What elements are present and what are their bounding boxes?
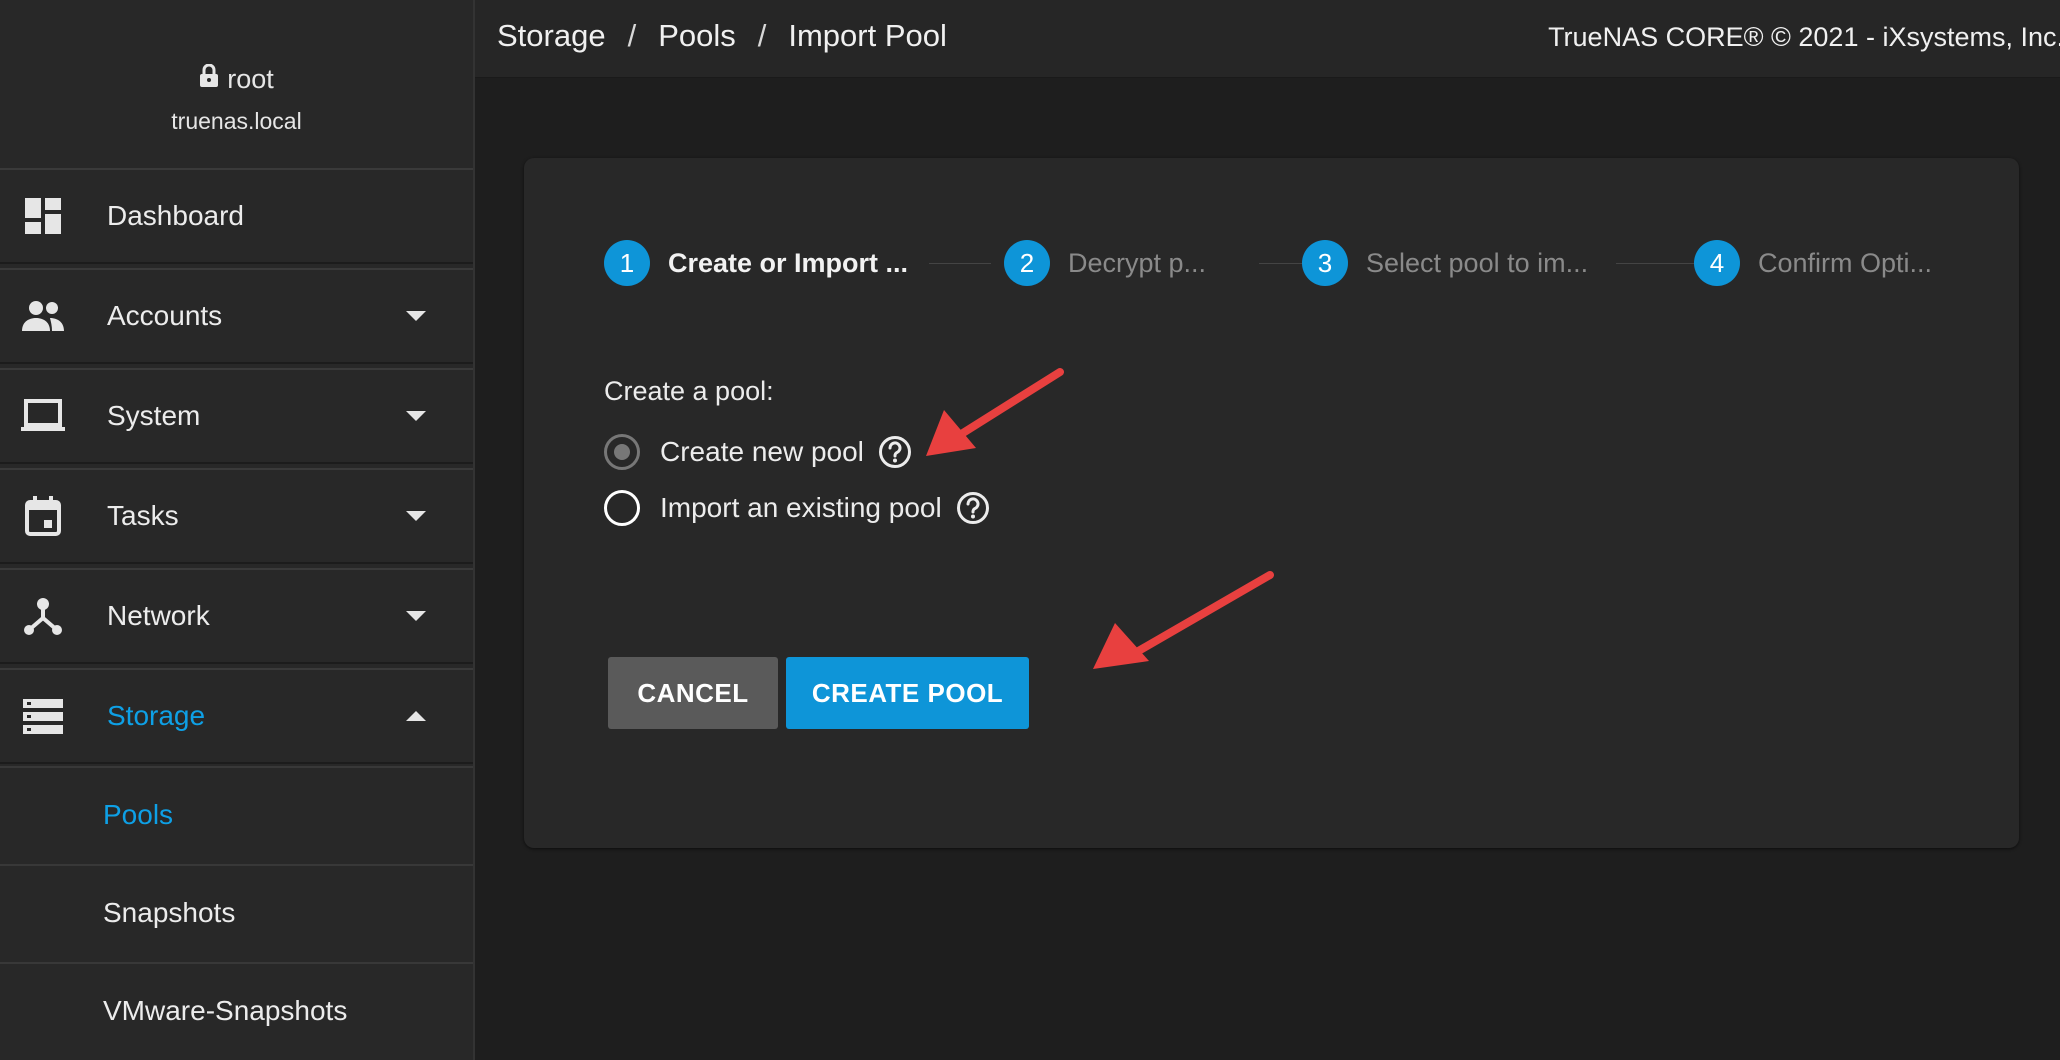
dashboard-icon	[20, 193, 66, 239]
help-icon[interactable]	[956, 491, 990, 525]
step-number: 4	[1694, 240, 1740, 286]
sidebar-item-network[interactable]: Network	[0, 568, 473, 664]
sidebar-subitem-snapshots[interactable]: Snapshots	[0, 864, 473, 960]
sidebar-item-system[interactable]: System	[0, 368, 473, 464]
step-label: Confirm Opti...	[1758, 247, 1933, 278]
sidebar-item-accounts[interactable]: Accounts	[0, 268, 473, 364]
radio-label[interactable]: Import an existing pool	[660, 492, 942, 524]
accounts-icon	[20, 293, 66, 339]
breadcrumb: Storage / Pools / Import Pool	[497, 18, 947, 54]
annotation-arrow-icon	[926, 368, 1064, 456]
sidebar-item-dashboard[interactable]: Dashboard	[0, 168, 473, 264]
sidebar-item-label: Storage	[107, 700, 206, 731]
step-label: Decrypt p...	[1068, 247, 1207, 278]
radio-button[interactable]	[604, 434, 640, 470]
step-4[interactable]: 4 Confirm Opti...	[1694, 238, 1932, 288]
sidebar-subitem-label: Snapshots	[103, 897, 236, 928]
breadcrumb-separator: /	[627, 18, 637, 53]
radio-label[interactable]: Create new pool	[660, 436, 864, 468]
form-title: Create a pool:	[604, 376, 774, 406]
import-pool-card: 1 Create or Import ... 2 Decrypt p... 3 …	[524, 158, 2019, 848]
breadcrumb-import-pool: Import Pool	[788, 18, 947, 53]
topbar: Storage / Pools / Import Pool TrueNAS CO…	[475, 0, 2060, 78]
chevron-down-icon	[406, 411, 426, 421]
step-number: 2	[1004, 240, 1050, 286]
sidebar-subitem-pools[interactable]: Pools	[0, 766, 473, 862]
cancel-button[interactable]: CANCEL	[608, 657, 778, 729]
chevron-up-icon	[406, 711, 426, 721]
radio-button[interactable]	[604, 490, 640, 526]
copyright-text[interactable]: TrueNAS CORE® © 2021 - iXsystems, Inc.	[1548, 22, 2060, 53]
breadcrumb-pools[interactable]: Pools	[658, 18, 736, 54]
step-3[interactable]: 3 Select pool to im...	[1302, 238, 1588, 288]
lock-icon	[199, 63, 219, 95]
chevron-down-icon	[406, 511, 426, 521]
sidebar-subitem-label: VMware-Snapshots	[103, 995, 348, 1026]
annotation-arrow-icon	[1093, 571, 1274, 669]
create-pool-button[interactable]: CREATE POOL	[786, 657, 1029, 729]
network-icon	[20, 593, 66, 639]
sidebar-subitem-vmware-snapshots[interactable]: VMware-Snapshots	[0, 962, 473, 1058]
sidebar-item-tasks[interactable]: Tasks	[0, 468, 473, 564]
user-block: root truenas.local	[0, 0, 473, 168]
step-number: 3	[1302, 240, 1348, 286]
step-1[interactable]: 1 Create or Import ...	[604, 238, 908, 288]
radio-import-existing-pool[interactable]: Import an existing pool	[604, 490, 990, 526]
sidebar-item-label: System	[107, 400, 201, 431]
calendar-icon	[20, 493, 66, 539]
breadcrumb-separator: /	[757, 18, 767, 53]
storage-icon	[20, 693, 66, 739]
user-row: root	[0, 63, 473, 95]
sidebar-item-label: Network	[107, 600, 210, 631]
radio-create-new-pool[interactable]: Create new pool	[604, 434, 912, 470]
username: root	[227, 64, 274, 94]
step-number: 1	[604, 240, 650, 286]
step-label: Create or Import ...	[668, 247, 909, 278]
laptop-icon	[20, 393, 66, 439]
chevron-down-icon	[406, 311, 426, 321]
sidebar-item-label: Dashboard	[107, 200, 244, 231]
sidebar-item-storage[interactable]: Storage	[0, 668, 473, 764]
sidebar: root truenas.local Dashboard Accounts Sy…	[0, 0, 475, 1060]
breadcrumb-storage[interactable]: Storage	[497, 18, 606, 54]
chevron-down-icon	[406, 611, 426, 621]
help-icon[interactable]	[878, 435, 912, 469]
sidebar-item-label: Accounts	[107, 300, 223, 331]
stepper: 1 Create or Import ... 2 Decrypt p... 3 …	[604, 238, 1984, 288]
hostname: truenas.local	[171, 108, 302, 134]
sidebar-subitem-label: Pools	[103, 799, 174, 830]
step-2[interactable]: 2 Decrypt p...	[1004, 238, 1206, 288]
stepper-connector	[929, 263, 991, 264]
sidebar-item-label: Tasks	[107, 500, 179, 531]
step-label: Select pool to im...	[1366, 247, 1589, 278]
